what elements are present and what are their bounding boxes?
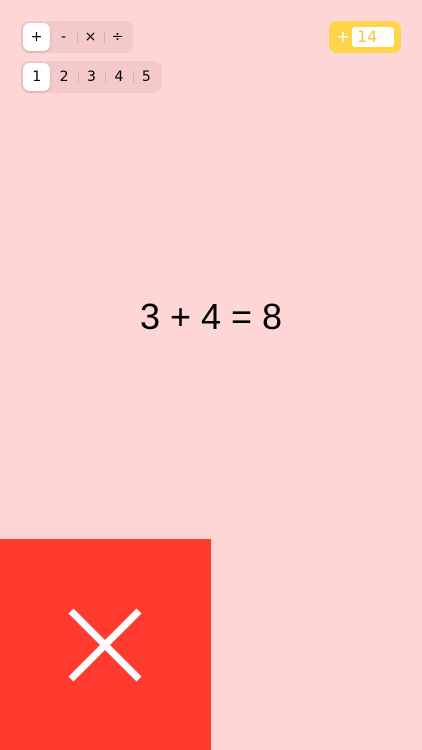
score-plus-icon: +: [336, 27, 350, 46]
close-icon: [68, 608, 142, 682]
operation-divide[interactable]: ÷: [104, 23, 131, 51]
level-1[interactable]: 1: [23, 63, 51, 91]
operation-subtract[interactable]: -: [50, 23, 77, 51]
level-3[interactable]: 3: [77, 63, 105, 91]
operation-add[interactable]: +: [23, 23, 50, 51]
operation-multiply[interactable]: ×: [77, 23, 104, 51]
level-2[interactable]: 2: [50, 63, 77, 91]
score-value: 14: [352, 27, 394, 47]
score-badge: + 14: [329, 21, 401, 53]
level-4[interactable]: 4: [105, 63, 132, 91]
equation-text: 3 + 4 = 8: [139, 296, 283, 337]
level-5[interactable]: 5: [132, 63, 160, 91]
operation-selector: + - × ÷: [21, 21, 133, 53]
level-selector: 1 2 3 4 5: [21, 61, 162, 93]
